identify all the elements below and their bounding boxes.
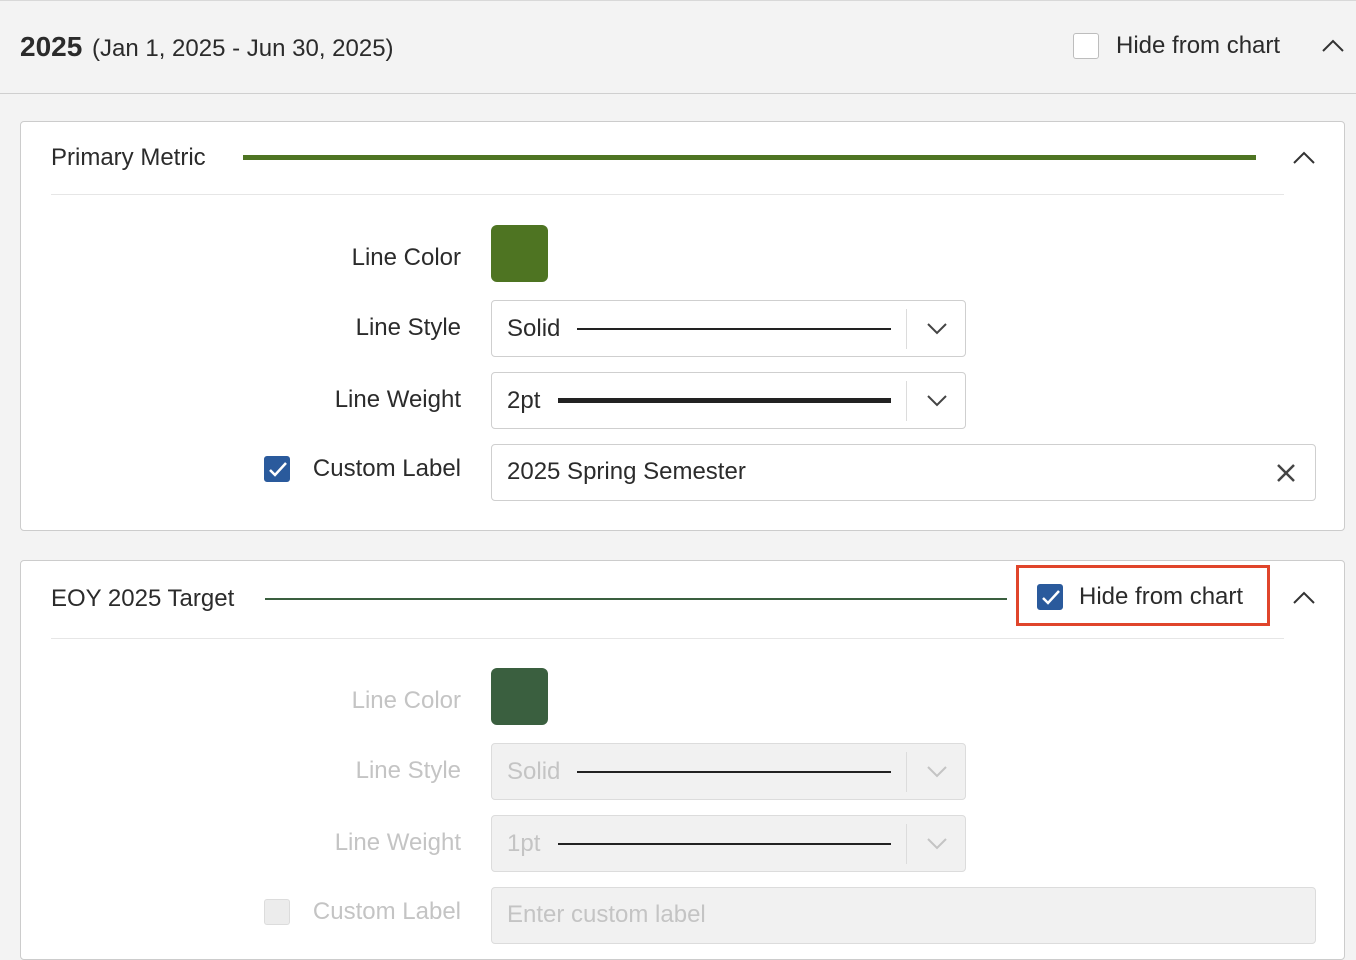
section-year: 2025 [20,31,83,62]
custom-label-checkbox[interactable] [264,456,290,482]
select-separator [906,752,907,792]
primary-metric-panel: Primary Metric Line Color Line Style Sol… [20,121,1345,531]
line-color-label: Line Color [351,687,461,714]
target-panel: EOY 2025 Target Hide from chart Line Col… [20,560,1345,960]
line-color-label: Line Color [351,244,461,271]
line-style-select[interactable]: Solid [491,300,966,357]
custom-label-input: Enter custom label [491,887,1316,944]
chevron-up-icon[interactable] [1321,39,1345,53]
select-separator [906,309,907,349]
line-weight-value: 1pt [507,830,541,857]
panel-title: Primary Metric [51,144,206,171]
line-style-value: Solid [507,315,561,342]
custom-label-value: 2025 Spring Semester [507,458,746,485]
close-icon[interactable] [1275,462,1297,484]
line-weight-label: Line Weight [334,829,461,856]
line-weight-label: Line Weight [334,386,461,413]
custom-label-checkbox [264,899,290,925]
checkmark-icon [1042,590,1060,605]
chevron-up-icon[interactable] [1292,151,1316,165]
line-weight-value: 2pt [507,387,541,414]
legend-line-sample [243,155,1256,160]
legend-line-sample [265,598,1007,600]
section-date-range: (Jan 1, 2025 - Jun 30, 2025) [92,35,394,62]
custom-label-label: Custom Label [312,455,461,482]
select-separator [906,824,907,864]
line-color-swatch [491,668,548,725]
section-header: 2025 (Jan 1, 2025 - Jun 30, 2025) Hide f… [0,0,1356,94]
hide-from-chart-checkbox[interactable] [1037,584,1063,610]
line-style-sample [577,771,891,773]
chevron-down-icon[interactable] [926,394,948,408]
line-style-value: Solid [507,758,561,785]
line-style-sample [577,328,891,330]
custom-label-placeholder: Enter custom label [507,901,706,928]
select-separator [906,381,907,421]
panel-title: EOY 2025 Target [51,585,235,612]
line-weight-sample [558,843,891,845]
line-weight-select[interactable]: 2pt [491,372,966,429]
panel-divider [51,638,1284,639]
line-style-select: Solid [491,743,966,800]
custom-label-label: Custom Label [312,898,461,925]
line-weight-select: 1pt [491,815,966,872]
hide-from-chart-label[interactable]: Hide from chart [1116,32,1280,60]
line-style-label: Line Style [355,757,461,784]
hide-from-chart-checkbox[interactable] [1073,33,1099,59]
chevron-down-icon[interactable] [926,322,948,336]
line-style-label: Line Style [355,314,461,341]
line-weight-sample [558,398,891,403]
chevron-down-icon [927,766,947,778]
chevron-down-icon [927,838,947,850]
checkmark-icon [269,462,287,477]
chevron-up-icon[interactable] [1292,591,1316,605]
line-color-swatch[interactable] [491,225,548,282]
hide-from-chart-label[interactable]: Hide from chart [1079,583,1243,611]
custom-label-input[interactable]: 2025 Spring Semester [491,444,1316,501]
panel-divider [51,194,1284,195]
